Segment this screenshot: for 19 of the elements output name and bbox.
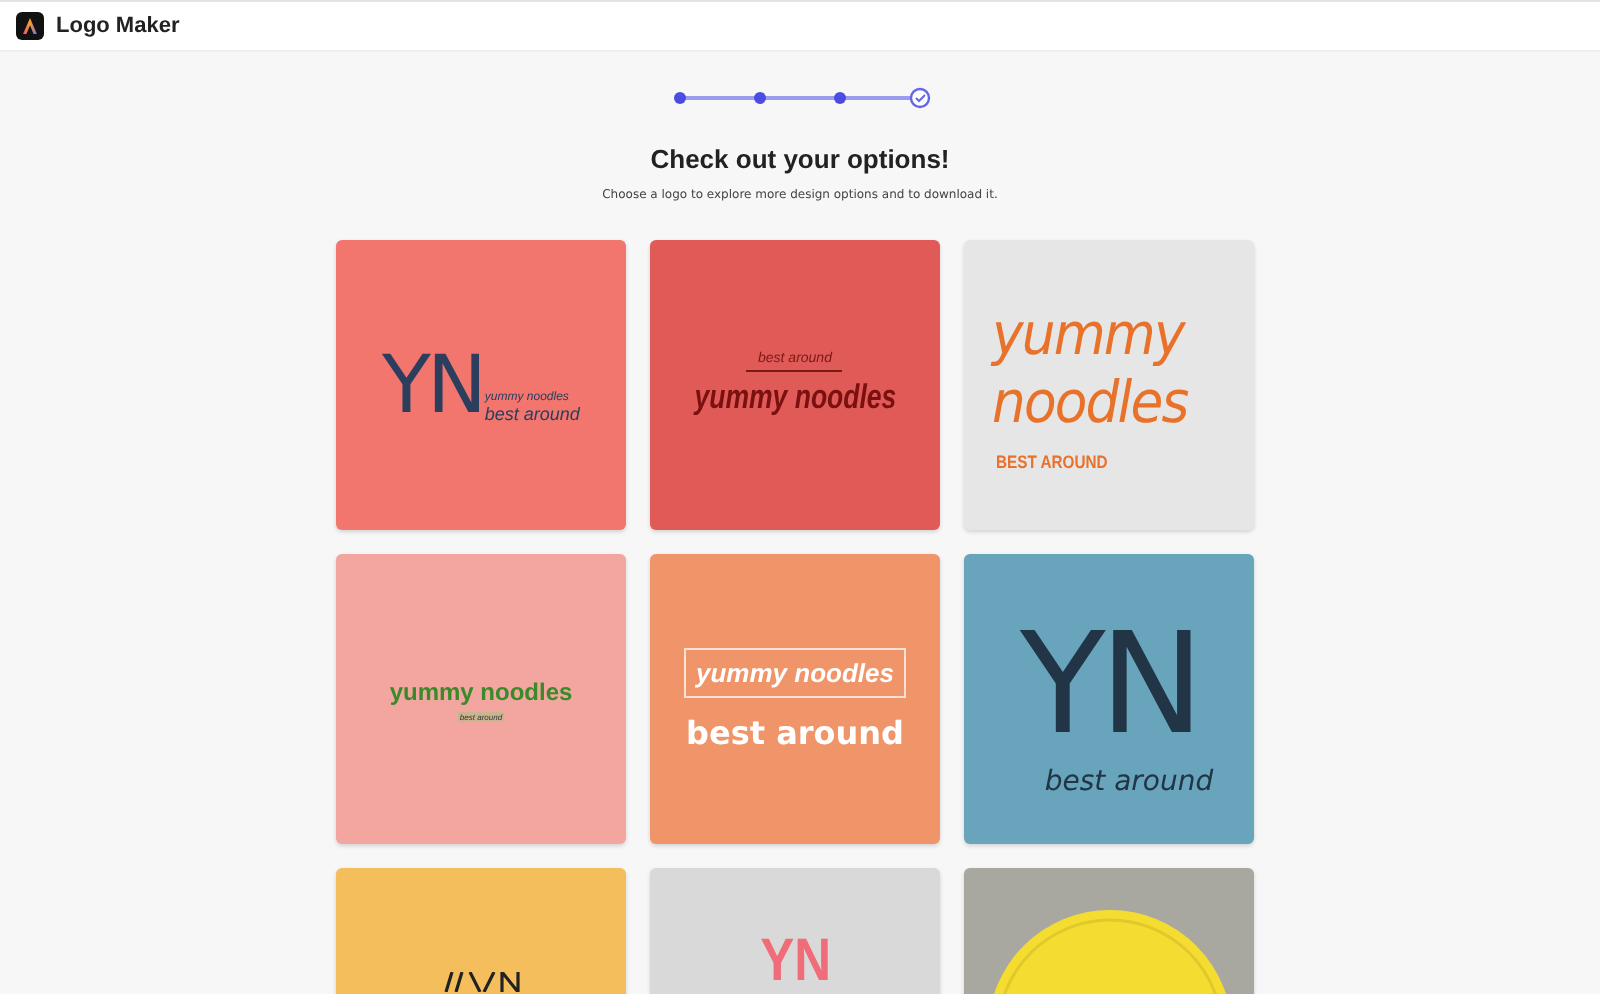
brand-name: noodles (992, 367, 1189, 435)
logo-option-card[interactable]: YN (650, 868, 940, 994)
brand-name: yummy noodles (694, 378, 896, 418)
monogram-text: YN (759, 928, 831, 994)
page-heading: Check out your options! (650, 144, 950, 174)
monogram-text: YN (1019, 601, 1199, 765)
logo-option-card[interactable]: yummy noodles BEST AROUND (964, 240, 1254, 530)
tagline: BEST AROUND (996, 451, 1109, 471)
logo-option-card[interactable]: yummy noodles best around (650, 554, 940, 844)
tagline: best around (484, 403, 580, 423)
logo-option-card[interactable]: YN best around (964, 554, 1254, 844)
brand-name: yummy noodles (389, 677, 573, 705)
monogram-text: YN (382, 339, 483, 431)
tagline: best around (686, 713, 904, 751)
app-title: Logo Maker (56, 14, 180, 38)
brand-name: yummy (992, 299, 1185, 367)
tagline: best around (1044, 765, 1214, 797)
brand-name: yummy noodles (684, 647, 906, 697)
app-logo-icon (16, 12, 44, 40)
